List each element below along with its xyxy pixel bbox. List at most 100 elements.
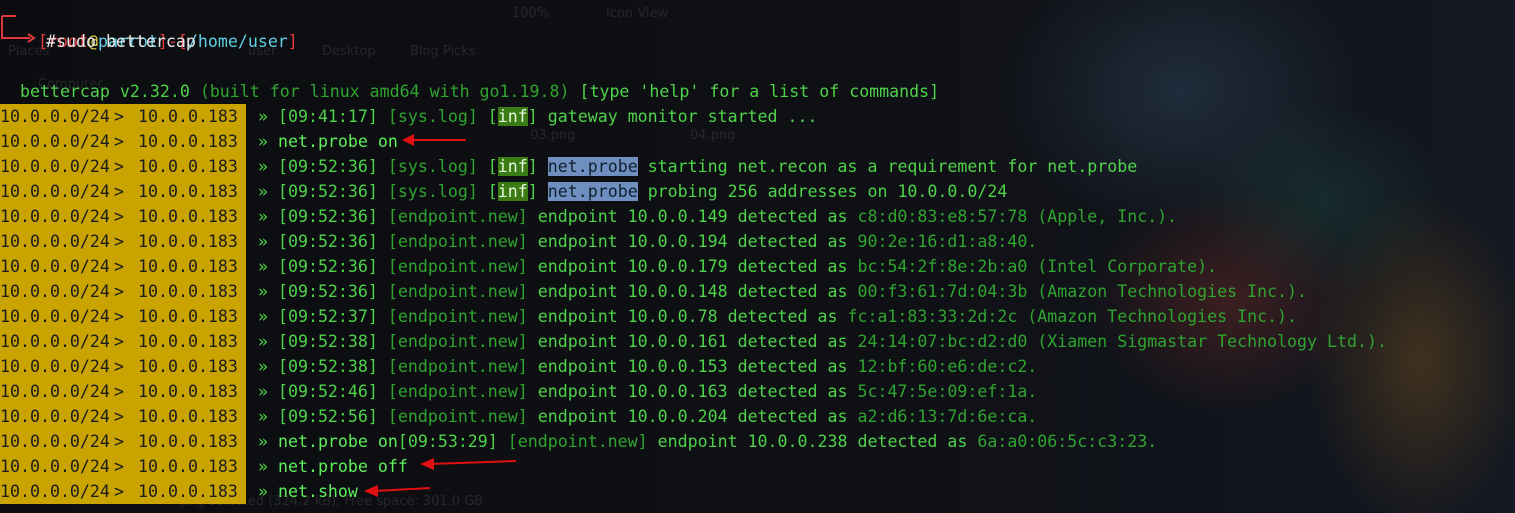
vendor-name: (Intel Corporate).: [1027, 257, 1218, 276]
endpoint-word: endpoint: [537, 357, 628, 376]
event-tag: [endpoint.new]: [387, 282, 538, 301]
event-tag: [endpoint.new]: [387, 382, 538, 401]
bettercap-prompt: 10.0.0.0/24 >10.0.0.183: [0, 479, 246, 504]
mac-address: bc:54:2f:8e:2b:a0: [857, 257, 1028, 276]
bettercap-prompt: 10.0.0.0/24 >10.0.0.183: [0, 104, 246, 129]
typed-command: net.probe on: [277, 132, 398, 151]
prompt-separator: >: [114, 257, 124, 276]
prompt-separator: >: [114, 157, 124, 176]
line-content: » net.show: [258, 479, 358, 504]
mac-address: a2:d6:13:7d:6e:ca.: [857, 407, 1038, 426]
event-tag: [endpoint.new]: [387, 407, 538, 426]
event-tag: [endpoint.new]: [387, 207, 538, 226]
red-arrow-net-probe-on: [402, 134, 466, 146]
log-message: gateway monitor started ...: [547, 107, 818, 126]
detected-as: detected as: [737, 357, 858, 376]
prompt-subnet: 10.0.0.0/24: [0, 232, 110, 251]
log-level-badge: inf: [497, 182, 528, 201]
log-tag: [sys.log]: [387, 107, 488, 126]
detected-as: detected as: [737, 257, 858, 276]
line-marker: »: [258, 207, 278, 226]
prompt-ip: 10.0.0.183: [138, 107, 238, 126]
event-tag: [endpoint.new]: [387, 307, 538, 326]
line-marker: »: [258, 382, 278, 401]
bettercap-prompt: 10.0.0.0/24 >10.0.0.183: [0, 304, 246, 329]
detected-as: detected as: [737, 282, 858, 301]
mac-address: c8:d0:83:e8:57:78: [857, 207, 1028, 226]
event-tag: [endpoint.new]: [387, 257, 538, 276]
timestamp: [09:52:36]: [277, 182, 388, 201]
terminal-line: 10.0.0.0/24 >10.0.0.183 » net.probe on: [0, 129, 1515, 154]
timestamp: [09:52:56]: [277, 407, 388, 426]
prompt-separator: >: [114, 357, 124, 376]
terminal-line: 10.0.0.0/24 >10.0.0.183 » net.probe off: [0, 454, 1515, 479]
red-arrow-net-show: [364, 485, 431, 497]
endpoint-ip: 10.0.0.179: [627, 257, 738, 276]
line-content: » [09:52:38] [endpoint.new] endpoint 10.…: [258, 329, 1387, 354]
endpoint-ip: 10.0.0.161: [627, 332, 738, 351]
vendor-name: (Amazon Technologies Inc.).: [1017, 307, 1298, 326]
bettercap-prompt: 10.0.0.0/24 >10.0.0.183: [0, 179, 246, 204]
line-marker: »: [258, 357, 278, 376]
log-message: starting net.recon as a requirement for …: [647, 157, 1138, 176]
prompt-separator: >: [114, 207, 124, 226]
prompt-subnet: 10.0.0.0/24: [0, 257, 110, 276]
bettercap-prompt: 10.0.0.0/24 >10.0.0.183: [0, 354, 246, 379]
line-marker: »: [258, 457, 278, 476]
bracket: [: [487, 107, 498, 126]
prompt-subnet: 10.0.0.0/24: [0, 107, 110, 126]
mac-address: 5c:47:5e:09:ef:1a.: [857, 382, 1038, 401]
terminal-line: 10.0.0.0/24 >10.0.0.183 » [09:52:36] [sys.…: [0, 154, 1515, 179]
endpoint-word: endpoint: [537, 207, 628, 226]
prompt-subnet: 10.0.0.0/24: [0, 432, 110, 451]
line-marker: »: [258, 107, 278, 126]
bettercap-prompt: 10.0.0.0/24 >10.0.0.183: [0, 154, 246, 179]
log-level-badge: inf: [497, 157, 528, 176]
timestamp: [09:52:38]: [277, 332, 388, 351]
line-marker: »: [258, 332, 278, 351]
line-marker: »: [258, 182, 278, 201]
detected-as: detected as: [737, 407, 858, 426]
event-tag: [endpoint.new]: [387, 332, 538, 351]
terminal-line: 10.0.0.0/24 >10.0.0.183 » net.probe on[09:…: [0, 429, 1515, 454]
endpoint-word: endpoint: [537, 332, 628, 351]
prompt-separator: >: [114, 432, 124, 451]
terminal-line: 10.0.0.0/24 >10.0.0.183 » [09:52:37] [endp…: [0, 304, 1515, 329]
mac-address: 6a:a0:06:5c:c3:23.: [977, 432, 1158, 451]
endpoint-word: endpoint: [657, 432, 748, 451]
endpoint-ip: 10.0.0.194: [627, 232, 738, 251]
red-arrow-net-probe-off: [420, 458, 517, 470]
shell-prompt-header: [root@parrot]-[/home/user]: [37, 32, 298, 51]
line-marker: »: [258, 232, 278, 251]
prompt-subnet: 10.0.0.0/24: [0, 382, 110, 401]
prompt-subnet: 10.0.0.0/24: [0, 182, 110, 201]
mac-address: 90:2e:16:d1:a8:40.: [857, 232, 1038, 251]
prompt-separator: >: [114, 407, 124, 426]
prompt-separator: >: [114, 307, 124, 326]
prompt-subnet: 10.0.0.0/24: [0, 307, 110, 326]
prompt-subnet: 10.0.0.0/24: [0, 457, 110, 476]
line-content: » [09:52:38] [endpoint.new] endpoint 10.…: [258, 354, 1037, 379]
log-tag: [sys.log]: [387, 157, 488, 176]
timestamp: [09:52:36]: [277, 232, 388, 251]
prompt-subnet: 10.0.0.0/24: [0, 207, 110, 226]
endpoint-word: endpoint: [537, 257, 628, 276]
line-content: » net.probe off: [258, 454, 408, 479]
detected-as: detected as: [857, 432, 978, 451]
banner-version: bettercap v2.32.0: [19, 82, 190, 101]
line-marker: »: [258, 282, 278, 301]
module-name: net.probe: [547, 182, 638, 201]
terminal-line: 10.0.0.0/24 >10.0.0.183 » [09:52:46] [endp…: [0, 379, 1515, 404]
line-marker: »: [258, 482, 278, 501]
bettercap-prompt: 10.0.0.0/24 >10.0.0.183: [0, 379, 246, 404]
detected-as: detected as: [737, 382, 858, 401]
ghost-view-mode: Icon View: [606, 6, 669, 21]
timestamp: [09:41:17]: [277, 107, 388, 126]
mac-address: 12:bf:60:e6:de:c2.: [857, 357, 1038, 376]
bracket: [: [487, 157, 498, 176]
bettercap-prompt: 10.0.0.0/24 >10.0.0.183: [0, 254, 246, 279]
line-content: » [09:52:36] [endpoint.new] endpoint 10.…: [258, 254, 1217, 279]
terminal-line: 10.0.0.0/24 >10.0.0.183 » [09:52:36] [sys.…: [0, 179, 1515, 204]
timestamp: [09:52:36]: [277, 207, 388, 226]
